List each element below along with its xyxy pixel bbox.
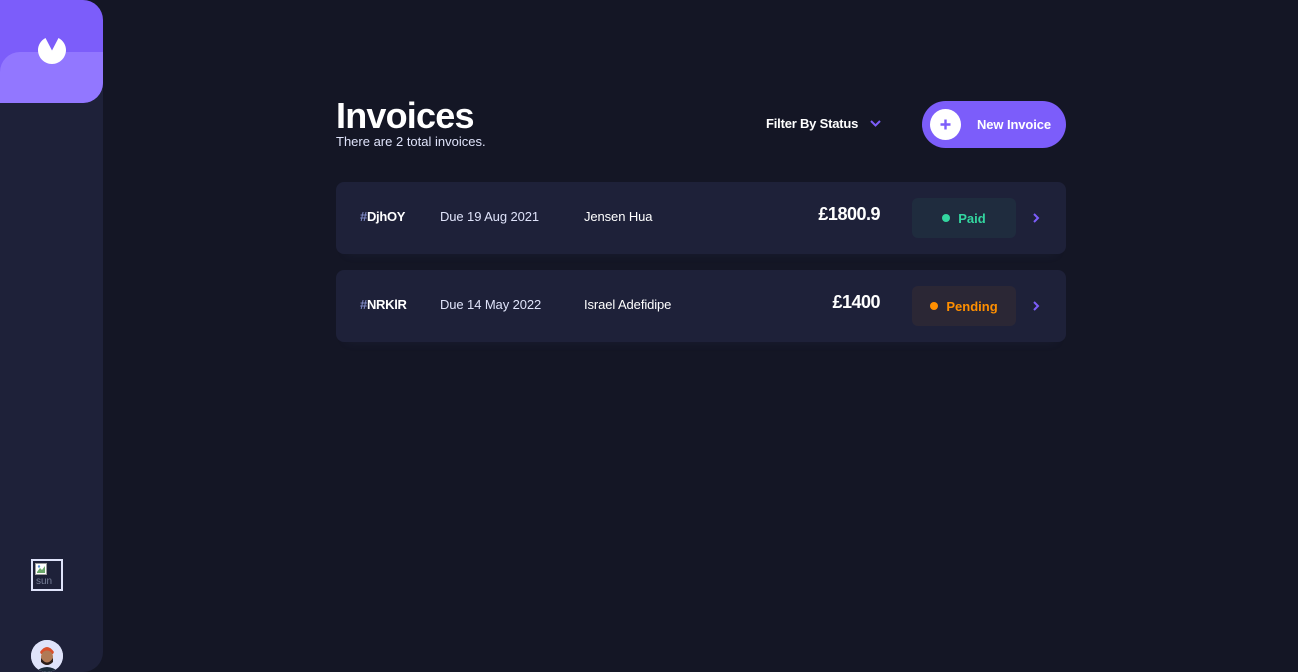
invoice-amount: £1800.9 (818, 204, 880, 224)
invoice-client-name: Israel Adefidipe (584, 297, 672, 312)
chevron-right-icon[interactable] (1033, 301, 1040, 311)
invoice-count-subtitle: There are 2 total invoices. (336, 134, 486, 149)
status-label: Pending (946, 298, 998, 314)
sidebar: sun (0, 0, 103, 672)
invoice-id-hash: # (360, 209, 367, 224)
filter-label: Filter By Status (766, 116, 859, 131)
invoice-id-value: NRKlR (366, 297, 407, 312)
plus-icon-circle (930, 109, 961, 140)
invoice-id-hash: # (360, 297, 367, 312)
new-invoice-button[interactable]: New Invoice (922, 101, 1066, 148)
broken-image-icon (35, 563, 47, 575)
status-dot-icon (942, 214, 951, 222)
invoice-amount: £1400 (832, 292, 880, 312)
invoice-id-value: DjhOY (366, 209, 406, 224)
theme-toggle-alt-text: sun (36, 576, 53, 587)
brand-logo-icon (38, 38, 66, 64)
invoice-id: #DjhOY (360, 209, 405, 224)
status-dot-icon (930, 302, 939, 310)
status-label: Paid (958, 210, 986, 226)
invoice-row[interactable]: #NRKlR Due 14 May 2022 Israel Adefidipe … (336, 270, 1066, 342)
chevron-right-icon[interactable] (1033, 213, 1040, 223)
invoice-due-date: Due 14 May 2022 (440, 297, 542, 312)
chevron-down-icon (870, 119, 881, 127)
invoice-row[interactable]: #DjhOY Due 19 Aug 2021 Jensen Hua £1800.… (336, 182, 1066, 254)
invoice-id: #NRKlR (360, 297, 407, 312)
page-title: Invoices (336, 95, 474, 136)
invoice-list: #DjhOY Due 19 Aug 2021 Jensen Hua £1800.… (336, 182, 1066, 358)
theme-toggle-button[interactable]: sun (31, 559, 63, 591)
logo[interactable] (0, 0, 103, 103)
new-invoice-label: New Invoice (977, 117, 1052, 132)
plus-icon (940, 119, 951, 130)
status-badge: Paid (912, 198, 1016, 238)
status-badge: Pending (912, 286, 1016, 326)
invoice-client-name: Jensen Hua (584, 209, 653, 224)
invoice-due-date: Due 19 Aug 2021 (440, 209, 539, 224)
avatar-image (31, 640, 63, 672)
page-header: Invoices There are 2 total invoices. Fil… (336, 96, 1066, 156)
user-avatar[interactable] (31, 640, 63, 672)
filter-by-status-dropdown[interactable]: Filter By Status (766, 116, 881, 131)
